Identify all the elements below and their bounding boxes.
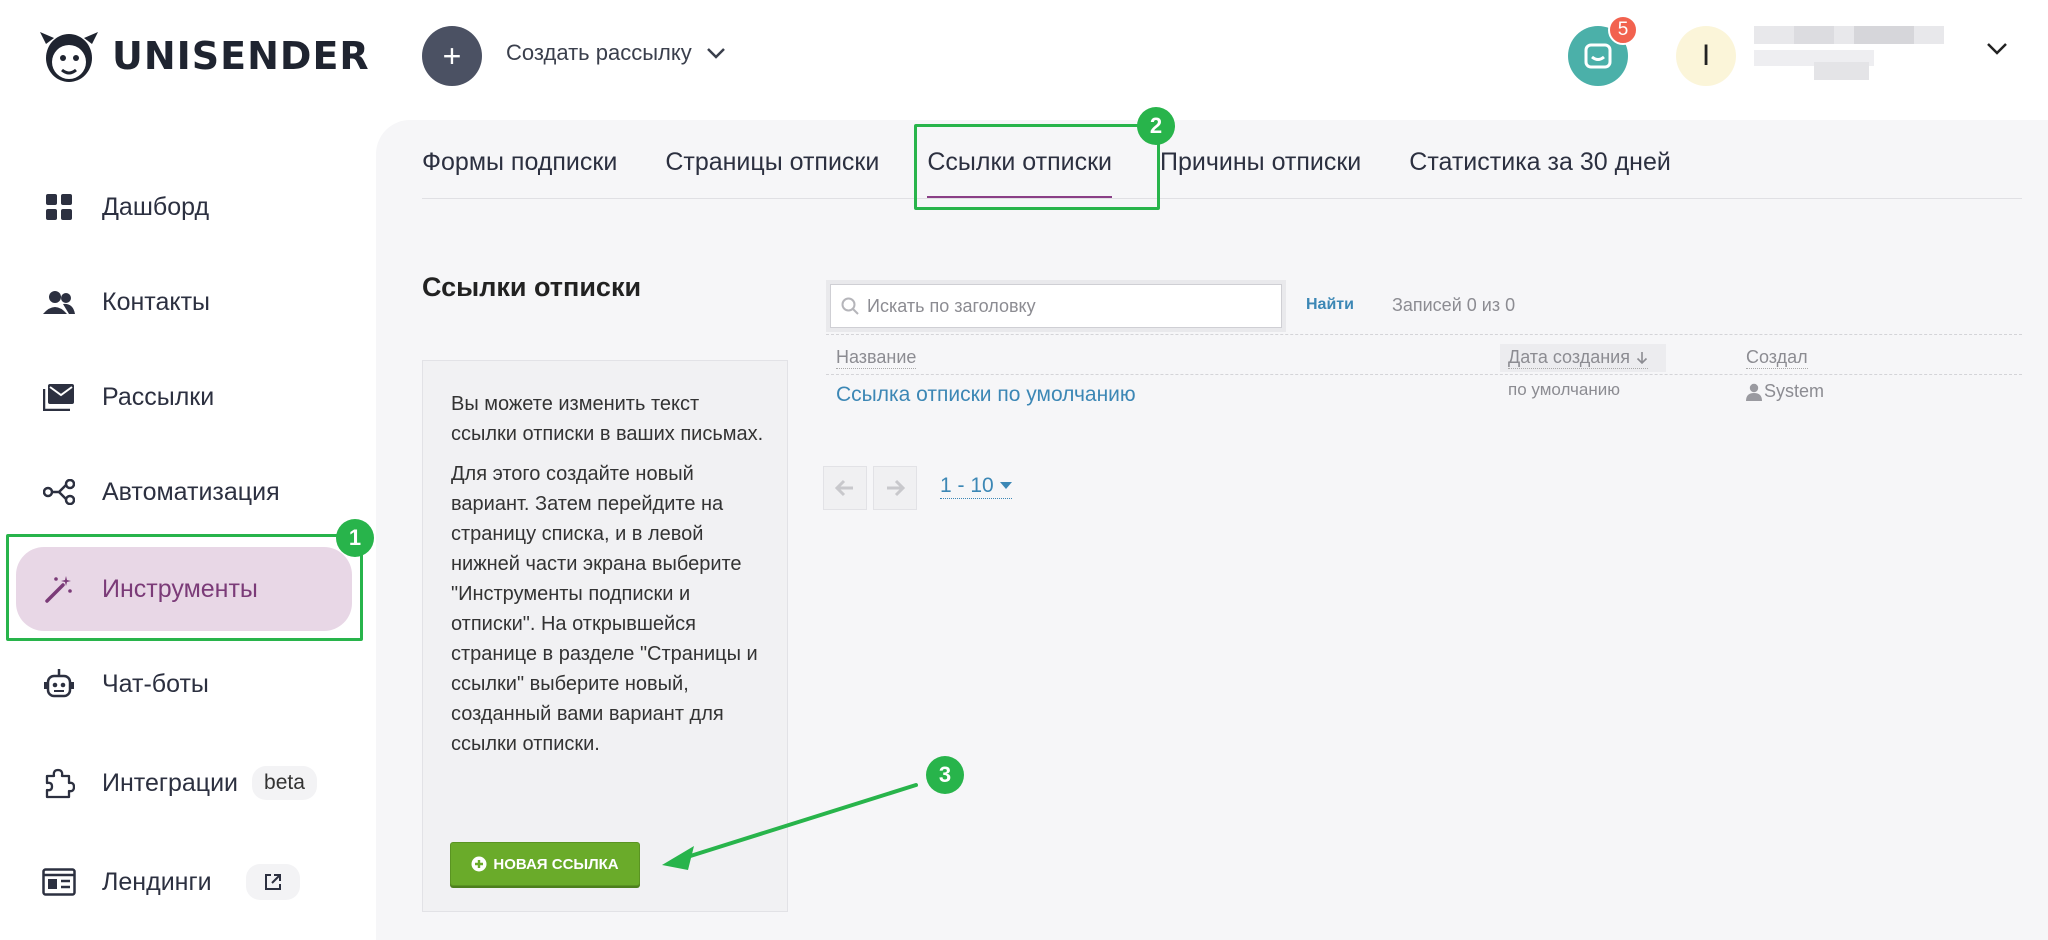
annotation-arrow-icon xyxy=(662,783,918,870)
